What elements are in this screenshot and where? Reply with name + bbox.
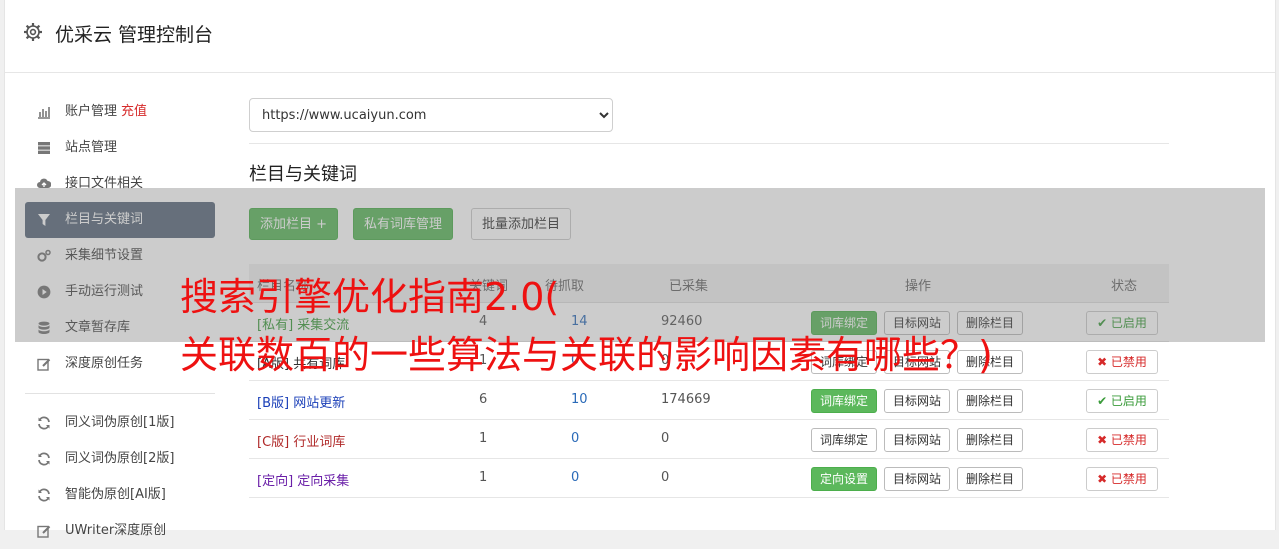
status-toggle-button[interactable]: ✖ 已禁用 [1086, 467, 1158, 491]
bar-chart-icon [38, 107, 50, 119]
lexicon-bind-button[interactable]: 定向设置 [811, 467, 878, 491]
sidebar-item-label: 站点管理 [65, 140, 118, 155]
sidebar-item-label: 同义词伪原创[1版] [65, 415, 175, 430]
sidebar-item-label: UWriter深度原创 [65, 523, 167, 538]
delete-column-button[interactable]: 删除栏目 [957, 467, 1024, 491]
lexicon-bind-button[interactable]: 词库绑定 [811, 389, 878, 413]
divider [249, 143, 1169, 144]
sidebar-item-label: 智能伪原创[AI版] [65, 487, 166, 502]
sidebar-item-synonym-v2[interactable]: 同义词伪原创[2版] [25, 441, 215, 477]
column-name: 定向采集 [297, 474, 350, 489]
server-icon [38, 142, 50, 154]
target-site-button[interactable]: 目标网站 [884, 467, 951, 491]
delete-column-button[interactable]: 删除栏目 [957, 428, 1024, 452]
top-bar: 优采云 管理控制台 [5, 0, 1275, 73]
collected-count: 0 [661, 470, 670, 485]
status-toggle-button[interactable]: ✖ 已禁用 [1086, 428, 1158, 452]
sidebar-item-uwriter[interactable]: UWriter深度原创 [25, 513, 215, 549]
column-tag: [定向] [257, 474, 294, 489]
edit-icon [37, 525, 51, 538]
edit-icon [37, 358, 51, 371]
section-title: 栏目与关键词 [249, 164, 357, 185]
sidebar-item-account[interactable]: 账户管理 充值 [25, 94, 215, 130]
table-row: [C版] 行业词库 1 0 0 词库绑定 目标网站 删除栏目 ✖ 已禁用 [249, 420, 1169, 459]
delete-column-button[interactable]: 删除栏目 [957, 389, 1024, 413]
keyword-count: 1 [479, 470, 488, 485]
column-name: 网站更新 [293, 396, 346, 411]
status-toggle-button[interactable]: ✔ 已启用 [1086, 389, 1158, 413]
target-site-button[interactable]: 目标网站 [884, 428, 951, 452]
pending-count[interactable]: 10 [571, 392, 588, 407]
column-name-link[interactable]: [定向] 定向采集 [257, 470, 349, 489]
sidebar-item-label: 深度原创任务 [65, 356, 144, 371]
sidebar-item-sites[interactable]: 站点管理 [25, 130, 215, 166]
lexicon-bind-button[interactable]: 词库绑定 [811, 428, 878, 452]
table-row: [定向] 定向采集 1 0 0 定向设置 目标网站 删除栏目 ✖ 已禁用 [249, 459, 1169, 498]
table-row: [B版] 网站更新 6 10 174669 词库绑定 目标网站 删除栏目 ✔ 已启用 [249, 381, 1169, 420]
gear-icon [24, 23, 42, 41]
sidebar-item-ai-rewrite[interactable]: 智能伪原创[AI版] [25, 477, 215, 513]
refresh-icon [38, 488, 50, 502]
sidebar-item-synonym-v1[interactable]: 同义词伪原创[1版] [25, 405, 215, 441]
pending-count[interactable]: 0 [571, 431, 579, 446]
status-toggle-button[interactable]: ✖ 已禁用 [1086, 350, 1158, 374]
target-site-button[interactable]: 目标网站 [884, 389, 951, 413]
sidebar-divider [25, 393, 215, 394]
headline-overlay: 搜索引擎优化指南2.0( 关联数百的一些算法与关联的影响因素有哪些？) [180, 268, 993, 384]
headline-line-2: 关联数百的一些算法与关联的影响因素有哪些？) [180, 333, 993, 377]
page-title: 优采云 管理控制台 [55, 24, 214, 46]
column-tag: [B版] [257, 396, 290, 411]
sidebar-item-label: 账户管理 [65, 104, 118, 119]
column-tag: [C版] [257, 435, 290, 450]
refresh-icon [38, 452, 50, 466]
recharge-link[interactable]: 充值 [121, 104, 147, 119]
keyword-count: 6 [479, 392, 488, 407]
collected-count: 174669 [661, 392, 711, 407]
collected-count: 0 [661, 431, 670, 446]
sidebar-item-label: 同义词伪原创[2版] [65, 451, 175, 466]
site-select[interactable]: https://www.ucaiyun.com [249, 98, 613, 132]
pending-count[interactable]: 0 [571, 470, 579, 485]
column-name: 行业词库 [293, 435, 346, 450]
column-name-link[interactable]: [B版] 网站更新 [257, 392, 345, 411]
keyword-count: 1 [479, 431, 488, 446]
column-name-link[interactable]: [C版] 行业词库 [257, 431, 345, 450]
headline-line-1: 搜索引擎优化指南2.0( [180, 275, 560, 319]
refresh-icon [38, 416, 50, 430]
